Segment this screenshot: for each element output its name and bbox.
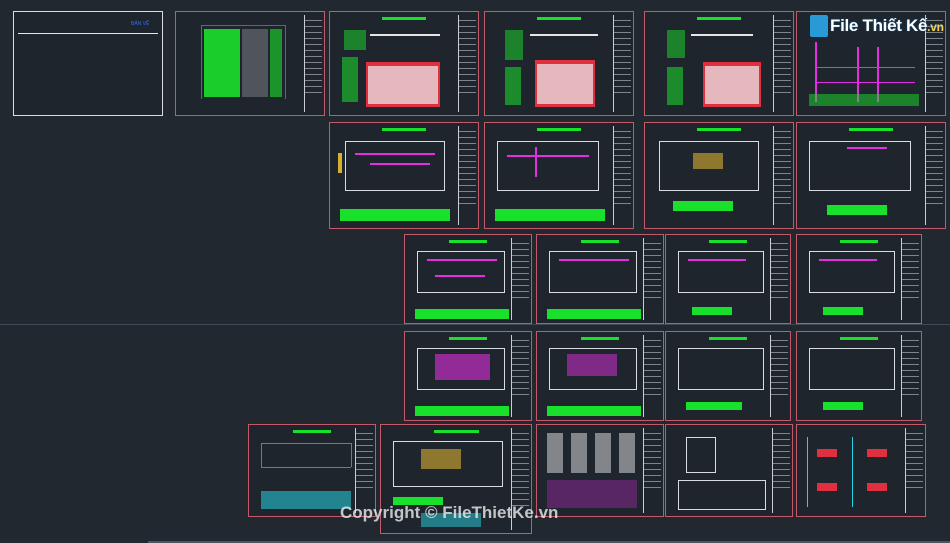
title-block — [772, 428, 790, 513]
title-block — [511, 238, 529, 320]
logo-suffix: .vn — [927, 20, 944, 34]
title-block — [773, 126, 791, 225]
filethietke-logo: File Thiết Kế.vn — [810, 14, 944, 38]
floor-plan-sheet-9[interactable] — [404, 331, 532, 421]
floor-plan-sheet-7[interactable] — [665, 234, 791, 324]
title-block — [773, 15, 791, 112]
detail-sheet-3[interactable] — [796, 424, 926, 517]
cover-sheet-label: BẢN VẼ — [131, 21, 150, 27]
floor-plan-sheet-10[interactable] — [536, 331, 664, 421]
floor-plan-sheet-12[interactable] — [796, 331, 922, 421]
title-block — [643, 428, 661, 513]
riser-diagram-sheet-2[interactable] — [484, 11, 634, 116]
floor-plan-sheet-1[interactable] — [329, 122, 479, 229]
title-block — [901, 335, 919, 417]
floor-plan-sheet-2[interactable] — [484, 122, 634, 229]
title-block — [901, 238, 919, 320]
title-block — [643, 238, 661, 320]
floor-plan-sheet-6[interactable] — [536, 234, 664, 324]
title-block — [511, 335, 529, 417]
floor-plan-sheet-3[interactable] — [644, 122, 794, 229]
logo-text: File Thiết Kế — [830, 16, 928, 35]
title-block — [905, 428, 923, 513]
riser-diagram-sheet-3[interactable] — [644, 11, 794, 116]
copyright-watermark: Copyright © FileThietKe.vn — [340, 503, 559, 522]
title-block — [925, 126, 943, 225]
detail-sheet-2[interactable] — [665, 424, 793, 517]
title-block — [613, 15, 631, 112]
floor-plan-sheet-11[interactable] — [665, 331, 791, 421]
logo-icon — [810, 15, 828, 37]
drawing-index-sheet[interactable] — [175, 11, 325, 116]
floor-plan-sheet-4[interactable] — [796, 122, 946, 229]
title-block — [304, 15, 322, 112]
title-block — [643, 335, 661, 417]
cover-divider — [18, 33, 158, 34]
riser-diagram-sheet-1[interactable] — [329, 11, 479, 116]
floor-plan-sheet-8[interactable] — [796, 234, 922, 324]
viewport-divider — [0, 324, 950, 325]
title-block — [355, 428, 373, 513]
title-block — [458, 126, 476, 225]
title-block — [458, 15, 476, 112]
title-block — [770, 238, 788, 320]
title-block — [613, 126, 631, 225]
cad-model-space[interactable]: BẢN VẼ File Thiết Kế.vn Copyright © File… — [0, 0, 950, 543]
floor-plan-sheet-5[interactable] — [404, 234, 532, 324]
title-block — [770, 335, 788, 417]
